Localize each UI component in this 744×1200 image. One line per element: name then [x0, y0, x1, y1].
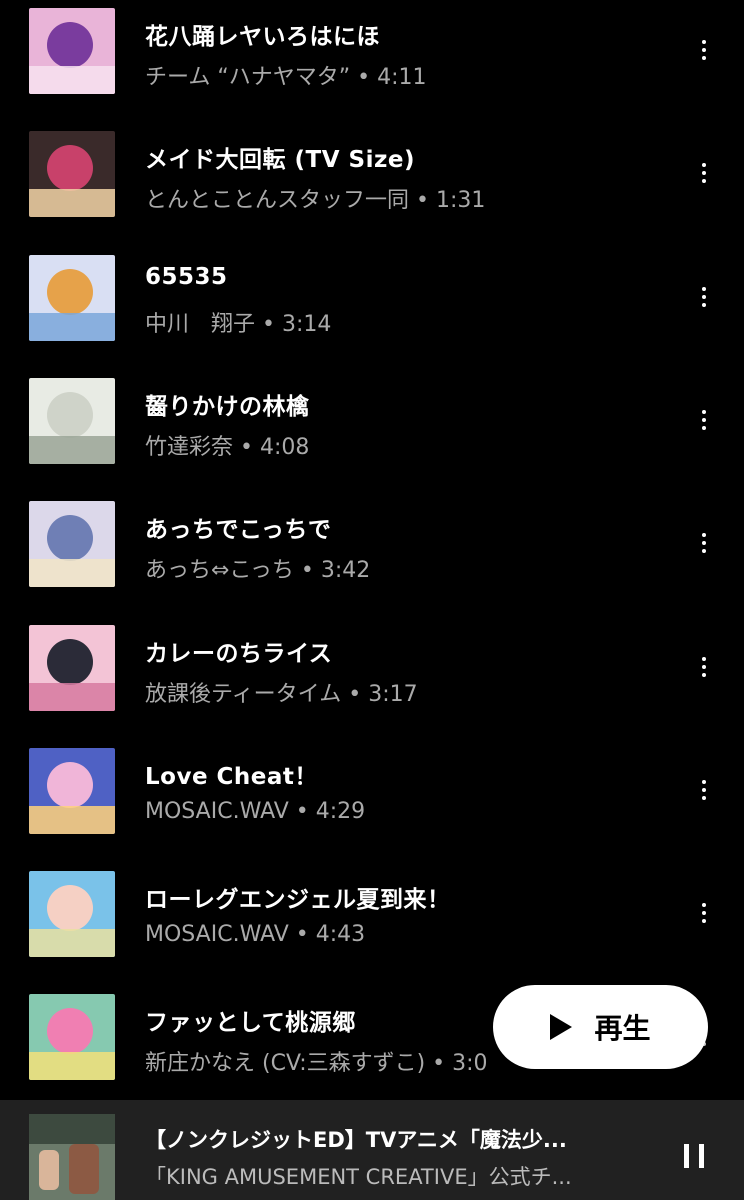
track-row[interactable]: メイド大回転 (TV Size) とんとことんスタッフ一同 • 1:31: [0, 123, 744, 246]
play-button-label: 再生: [594, 1012, 651, 1045]
track-row[interactable]: 花八踊レヤいろはにほチーム “ハナヤマタ” • 4:11: [0, 0, 744, 123]
track-title: メイド大回転 (TV Size): [145, 147, 415, 174]
more-options-icon[interactable]: [690, 647, 718, 687]
play-button[interactable]: 再生: [493, 985, 708, 1069]
track-row[interactable]: カレーのちライス放課後ティータイム • 3:17: [0, 617, 744, 740]
track-row[interactable]: 齧りかけの林檎 竹達彩奈 • 4:08: [0, 370, 744, 493]
now-playing-title: 【ノンクレジットED】TVアニメ「魔法少...: [145, 1128, 567, 1152]
track-row[interactable]: ローレグエンジェル夏到来！ MOSAIC.WAV • 4:43: [0, 863, 744, 986]
track-subtitle: 中川 翔子 • 3:14: [145, 311, 332, 337]
now-playing-subtitle: 「KING AMUSEMENT CREATIVE」公式チ...: [145, 1165, 572, 1189]
track-subtitle: 放課後ティータイム • 3:17: [145, 681, 418, 707]
album-cover: [29, 377, 115, 464]
album-cover: [29, 501, 115, 588]
track-subtitle: MOSAIC.WAV • 4:43: [145, 922, 366, 948]
track-subtitle: チーム “ハナヤマタ” • 4:11: [145, 65, 427, 90]
track-title: あっちでこっちで: [145, 517, 332, 544]
track-row[interactable]: あっちでこっちであっち⇔こっち • 3:42: [0, 493, 744, 616]
more-options-icon[interactable]: [690, 30, 718, 70]
album-cover: [29, 8, 115, 94]
play-icon: [550, 1014, 573, 1040]
more-options-icon[interactable]: [690, 153, 718, 193]
more-options-icon[interactable]: [690, 893, 718, 933]
track-title: 花八踊レヤいろはにほ: [145, 24, 380, 50]
track-row[interactable]: 65535 中川 翔子 • 3:14: [0, 247, 744, 370]
track-subtitle: MOSAIC.WAV • 4:29: [145, 798, 366, 824]
pause-icon[interactable]: [682, 1144, 706, 1168]
track-title: Love Cheat！: [145, 763, 318, 790]
track-subtitle: とんとことんスタッフ一同 • 1:31: [145, 188, 486, 214]
track-title: 齧りかけの林檎: [145, 393, 310, 420]
track-title: 65535: [145, 263, 228, 290]
track-row[interactable]: Love Cheat！ MOSAIC.WAV • 4:29: [0, 740, 744, 863]
more-options-icon[interactable]: [690, 400, 718, 440]
more-options-icon[interactable]: [690, 277, 718, 317]
track-subtitle: あっち⇔こっち • 3:42: [145, 558, 371, 584]
album-cover: [29, 624, 115, 711]
album-cover: [29, 747, 115, 834]
track-title: カレーのちライス: [145, 640, 333, 667]
album-cover: [29, 994, 115, 1081]
album-cover: [29, 254, 115, 341]
more-options-icon[interactable]: [690, 770, 718, 810]
album-cover: [29, 871, 115, 958]
album-cover: [29, 131, 115, 218]
more-options-icon[interactable]: [690, 523, 718, 563]
track-subtitle: 新庄かなえ (CV:三森すずこ) • 3:0: [145, 1051, 488, 1077]
track-title: ファッとして桃源郷: [145, 1010, 356, 1037]
mini-player[interactable]: 【ノンクレジットED】TVアニメ「魔法少... 「KING AMUSEMENT …: [0, 1100, 744, 1200]
track-subtitle: 竹達彩奈 • 4:08: [145, 434, 310, 460]
track-title: ローレグエンジェル夏到来！: [145, 887, 451, 914]
now-playing-thumbnail: [29, 1114, 115, 1200]
